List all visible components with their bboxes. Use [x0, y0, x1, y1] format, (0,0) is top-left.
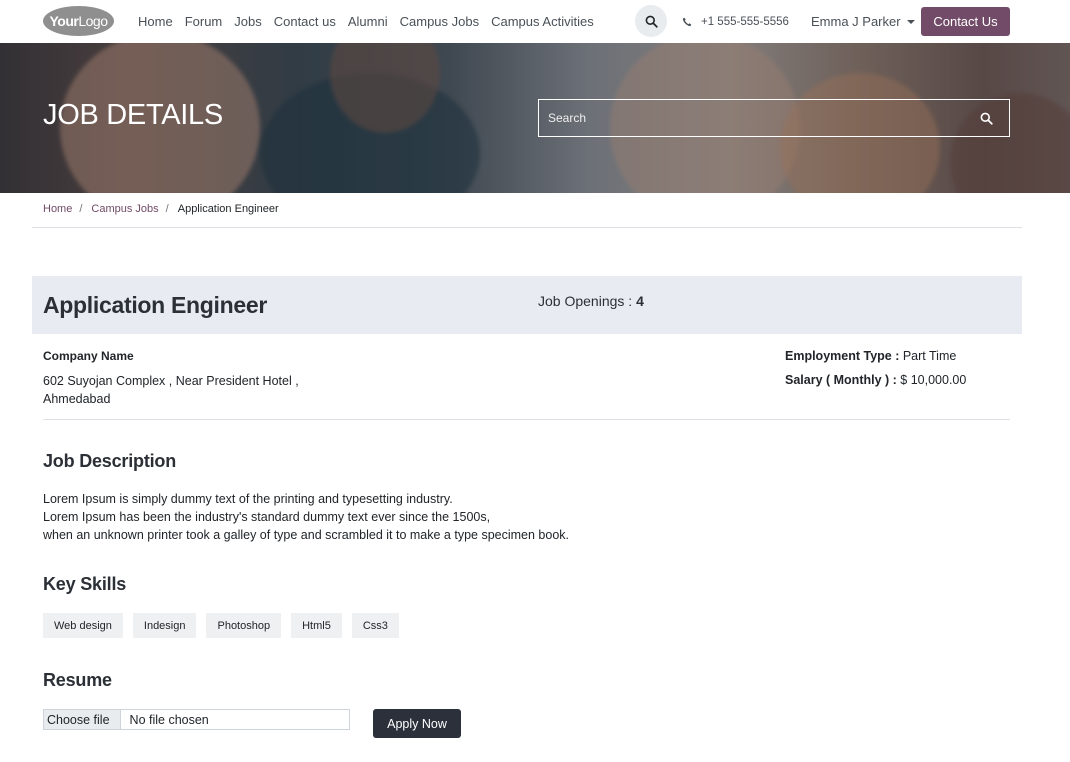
employment-type: Employment Type : Part Time: [785, 349, 956, 363]
skills-list: Web design Indesign Photoshop Html5 Css3: [43, 613, 409, 638]
company-address-line: 602 Suyojan Complex , Near President Hot…: [43, 374, 299, 388]
job-openings-count: 4: [636, 293, 644, 309]
breadcrumb-home[interactable]: Home: [43, 203, 72, 215]
phone-contact[interactable]: +1 555-555-5556: [682, 0, 789, 43]
user-menu-dropdown[interactable]: Emma J Parker: [811, 0, 915, 43]
user-name: Emma J Parker: [811, 14, 901, 29]
salary: Salary ( Monthly ) : $ 10,000.00: [785, 373, 966, 387]
search-submit-button[interactable]: [963, 100, 1009, 136]
phone-icon: [682, 17, 692, 26]
search-input[interactable]: [539, 100, 963, 136]
breadcrumb-separator: /: [165, 203, 169, 215]
hero-search-box: [538, 99, 1010, 137]
salary-label: Salary ( Monthly ) :: [785, 373, 901, 387]
skill-tag: Indesign: [132, 613, 197, 638]
job-description-text: Lorem Ipsum is simply dummy text of the …: [43, 490, 569, 544]
description-line: when an unknown printer took a galley of…: [43, 528, 569, 542]
employment-type-value: Part Time: [902, 349, 957, 363]
skill-tag: Css3: [351, 613, 399, 638]
hero-banner: JOB DETAILS: [0, 43, 1070, 193]
breadcrumb-campus-jobs[interactable]: Campus Jobs: [91, 203, 158, 215]
nav-link-contact-us[interactable]: Contact us: [274, 14, 336, 29]
nav-link-jobs[interactable]: Jobs: [234, 14, 261, 29]
logo-text-bold: Your: [49, 13, 79, 29]
logo-text-light: Logo: [78, 13, 108, 29]
caret-down-icon: [906, 19, 915, 24]
top-navbar: Your Logo Home Forum Jobs Contact us Alum…: [0, 0, 1070, 43]
nav-link-campus-jobs[interactable]: Campus Jobs: [400, 14, 479, 29]
key-skills-heading: Key Skills: [43, 574, 127, 594]
file-status: No file chosen: [129, 712, 209, 727]
search-icon: [645, 15, 658, 28]
choose-file-button[interactable]: Choose file: [44, 710, 121, 729]
nav-link-forum[interactable]: Forum: [185, 14, 223, 29]
company-name-label: Company Name: [43, 349, 134, 363]
description-line: Lorem Ipsum is simply dummy text of the …: [43, 492, 453, 506]
job-description-heading: Job Description: [43, 451, 177, 471]
phone-number: +1 555-555-5556: [701, 15, 789, 28]
brand-logo[interactable]: Your Logo: [43, 6, 114, 36]
divider: [32, 227, 1022, 228]
job-title: Application Engineer: [43, 292, 268, 318]
skill-tag: Html5: [291, 613, 342, 638]
salary-value: $ 10,000.00: [900, 373, 967, 387]
nav-link-home[interactable]: Home: [138, 14, 173, 29]
resume-file-input[interactable]: Choose file No file chosen: [43, 709, 350, 730]
employment-type-label: Employment Type :: [785, 349, 903, 363]
contact-us-button[interactable]: Contact Us: [921, 7, 1010, 36]
company-address: 602 Suyojan Complex , Near President Hot…: [43, 372, 333, 408]
description-line: Lorem Ipsum has been the industry's stan…: [43, 510, 491, 524]
search-icon: [980, 112, 993, 125]
nav-link-alumni[interactable]: Alumni: [348, 14, 388, 29]
divider: [43, 419, 1010, 420]
resume-heading: Resume: [43, 670, 112, 690]
job-openings: Job Openings : 4: [538, 293, 644, 309]
company-address-line: Ahmedabad: [43, 392, 111, 406]
breadcrumb-current: Application Engineer: [177, 203, 279, 215]
breadcrumb: Home / Campus Jobs / Application Enginee…: [43, 203, 279, 215]
nav-search-button[interactable]: [635, 5, 667, 37]
skill-tag: Web design: [43, 613, 123, 638]
skill-tag: Photoshop: [206, 613, 282, 638]
job-openings-label: Job Openings :: [538, 293, 637, 309]
main-nav: Home Forum Jobs Contact us Alumni Campus…: [138, 0, 606, 43]
page-title: JOB DETAILS: [43, 99, 223, 131]
nav-link-campus-activities[interactable]: Campus Activities: [491, 14, 594, 29]
apply-now-button[interactable]: Apply Now: [373, 709, 461, 738]
breadcrumb-separator: /: [79, 203, 83, 215]
job-header-band: Application Engineer Job Openings : 4: [32, 276, 1022, 334]
